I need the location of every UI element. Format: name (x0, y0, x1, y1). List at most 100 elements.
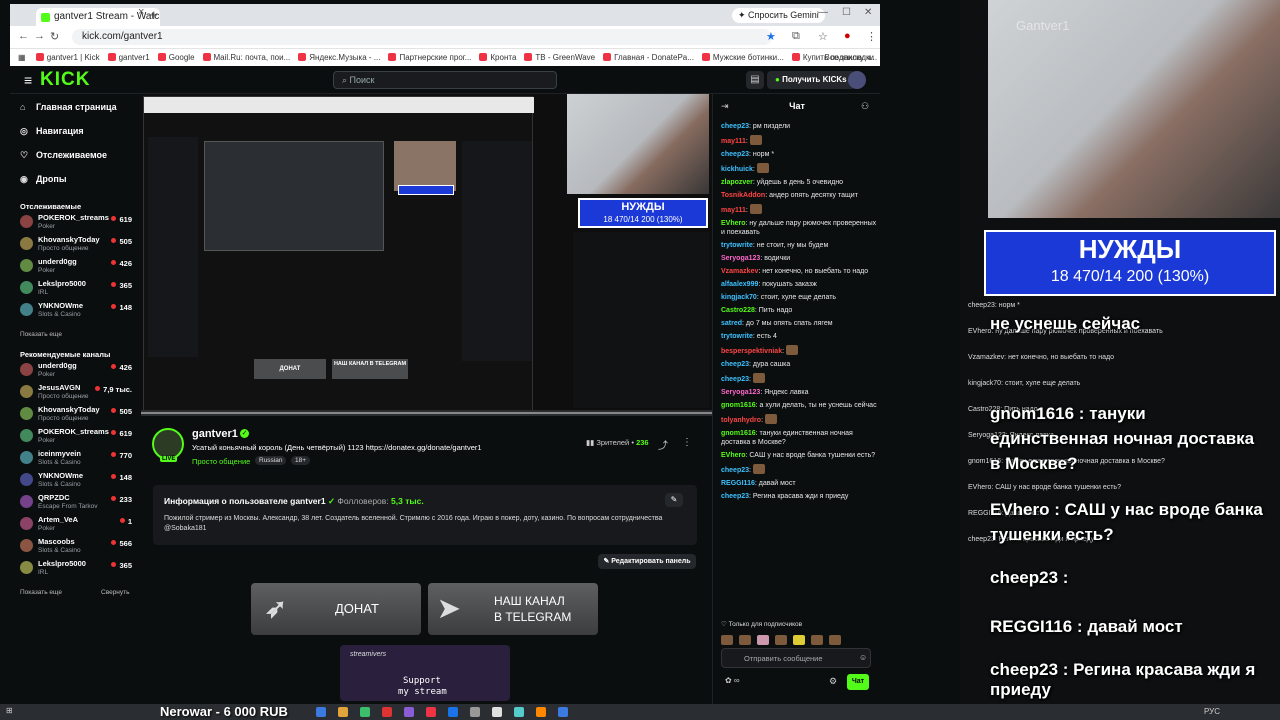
sidebar-channel[interactable]: YNKNOWme Slots & Casino 148 (20, 470, 138, 490)
sidebar-channel[interactable]: KhovanskyToday Просто общение 505 (20, 404, 138, 424)
bookmark-item[interactable]: gantver1 (107, 53, 150, 62)
sidebar-channel[interactable]: KhovanskyToday Просто общение 505 (20, 234, 138, 254)
taskbar-app-icon[interactable] (404, 707, 414, 717)
video-progress-bar[interactable] (141, 410, 712, 416)
chat-username[interactable]: cheep23 (721, 467, 749, 474)
user-avatar[interactable] (848, 71, 866, 89)
start-icon[interactable]: ⊞ (6, 706, 13, 715)
sidebar-channel[interactable]: underd0gg Poker 426 (20, 360, 138, 380)
bookmark-item[interactable]: Главная - DonatePa... (603, 53, 694, 62)
gemini-button[interactable]: ✦ Спросить Gemini (732, 8, 825, 23)
chat-message-list[interactable]: cheep23: рм пиздели may111: cheep23: норм… (721, 122, 877, 505)
chat-username[interactable]: may111 (721, 207, 746, 214)
taskbar-app-icon[interactable] (536, 707, 546, 717)
chat-username[interactable]: trytowrite (721, 242, 753, 249)
taskbar-app-icon[interactable] (514, 707, 524, 717)
share-icon[interactable]: ⤴ (658, 437, 668, 452)
maximize-icon[interactable]: ☐ (842, 7, 851, 18)
chat-username[interactable]: Vzamazkev (721, 268, 758, 275)
chat-username[interactable]: alfaalex999 (721, 281, 758, 288)
nav-item[interactable]: ◉ Дропы (20, 174, 67, 185)
chat-username[interactable]: satred (721, 320, 742, 327)
sidebar-channel[interactable]: JesusAVGN Просто общение 7,9 тыс. (20, 382, 138, 402)
chat-username[interactable]: gnom1616 (721, 402, 756, 409)
edit-panel-button[interactable]: ✎ Редактировать панель (598, 554, 696, 569)
bookmark-star-icon[interactable]: ★ (766, 30, 776, 43)
nav-item[interactable]: ◎ Навигация (20, 126, 84, 137)
video-player[interactable]: ДОНАТ НАШ КАНАЛ В TELEGRAM НУЖДЫ 18 470/… (141, 94, 712, 416)
extensions-icon[interactable]: ⧉ (792, 30, 800, 43)
donate-panel-button[interactable]: ➶ ДОНАТ (251, 583, 421, 635)
chat-tools-icon[interactable]: ✿ ∞ (725, 676, 740, 685)
chat-username[interactable]: kickhuick (721, 166, 753, 173)
sidebar-channel[interactable]: Lekslpro5000 IRL 365 (20, 558, 138, 578)
edit-pencil-icon[interactable]: ✎ (665, 493, 683, 507)
back-icon[interactable]: ← (18, 30, 29, 42)
chat-username[interactable]: TosnikAddon (721, 192, 765, 199)
more-options-icon[interactable]: ⋮ (682, 437, 692, 448)
bookmark-item[interactable]: TB - GreenWave (524, 53, 595, 62)
sidebar-channel[interactable]: Lekslpro5000 IRL 365 (20, 278, 138, 298)
library-icon[interactable]: ▤ (746, 71, 764, 89)
sidebar-channel[interactable]: underd0gg Poker 426 (20, 256, 138, 276)
chat-username[interactable]: gnom1616 (721, 430, 756, 437)
chat-username[interactable]: cheep23 (721, 361, 749, 368)
show-more-recommended[interactable]: Показать еще (20, 589, 62, 596)
taskbar-app-icon[interactable] (316, 707, 326, 717)
chat-username[interactable]: cheep23 (721, 123, 749, 130)
bookmark-item[interactable]: Партнерские прог... (388, 53, 471, 62)
search-input[interactable]: ⌕ Поиск (333, 71, 557, 89)
taskbar-app-icon[interactable] (360, 707, 370, 717)
sidebar-channel[interactable]: YNKNOWme Slots & Casino 148 (20, 300, 138, 320)
sidebar-channel[interactable]: Mascoobs Slots & Casino 566 (20, 536, 138, 556)
channel-name[interactable]: gantver1 (192, 428, 238, 440)
sidebar-channel[interactable]: iceinmyvein Slots & Casino 770 (20, 448, 138, 468)
taskbar-app-icon[interactable] (382, 707, 392, 717)
nav-item[interactable]: ♡ Отслеживаемое (20, 150, 107, 161)
kick-logo[interactable]: KICK (40, 69, 90, 91)
bookmarks-icon[interactable]: ☆ (818, 30, 828, 43)
chat-settings-icon[interactable]: ⚙ (829, 676, 837, 687)
window-close-icon[interactable]: ✕ (864, 7, 872, 18)
chat-username[interactable]: may111 (721, 138, 746, 145)
menu-dots-icon[interactable]: ⋮ (866, 30, 877, 43)
nav-item[interactable]: ⌂ Главная страница (20, 102, 117, 112)
chat-username[interactable]: EVhero (721, 452, 746, 459)
chat-username[interactable]: Seryoga123 (721, 255, 760, 262)
bookmark-item[interactable]: Mail.Ru: почта, пои... (202, 53, 290, 62)
sidebar-channel[interactable]: POKEROK_streams Poker 619 (20, 426, 138, 446)
apps-icon[interactable]: ▦ (18, 53, 26, 62)
all-bookmarks-link[interactable]: Все закладки (825, 53, 874, 62)
show-more-followed[interactable]: Показать еще (20, 331, 62, 338)
bookmark-item[interactable]: Мужские ботинки... (701, 53, 784, 62)
taskbar-app-icon[interactable] (448, 707, 458, 717)
chat-username[interactable]: tolyanhydro (721, 417, 761, 424)
taskbar-app-icon[interactable] (470, 707, 480, 717)
chat-username[interactable]: cheep23 (721, 376, 749, 383)
tab-close-icon[interactable]: × (138, 6, 144, 18)
bookmark-item[interactable]: Google (157, 53, 195, 62)
support-stream-banner[interactable]: streamivers Support my stream (340, 645, 510, 701)
taskbar-app-icon[interactable] (492, 707, 502, 717)
bookmark-item[interactable]: gantver1 | Kick (35, 53, 100, 62)
chat-username[interactable]: trytowrite (721, 333, 753, 340)
chat-username[interactable]: kingjack70 (721, 294, 757, 301)
telegram-panel-button[interactable]: ➤ НАШ КАНАЛ В TELEGRAM (428, 583, 598, 635)
chat-users-icon[interactable]: ⚇ (861, 101, 869, 112)
chat-username[interactable]: Castro228 (721, 307, 755, 314)
minimize-icon[interactable]: — (818, 7, 828, 18)
bookmark-item[interactable]: Кронта (479, 53, 516, 62)
emote-bar[interactable] (721, 630, 871, 645)
chat-username[interactable]: cheep23 (721, 493, 749, 500)
tag-age[interactable]: 18+ (291, 456, 311, 465)
chat-username[interactable]: REGGI116 (721, 480, 755, 487)
chat-username[interactable]: besperspektivniak (721, 348, 782, 355)
send-chat-button[interactable]: Чат (847, 674, 869, 690)
sidebar-channel[interactable]: QRPZDC Escape From Tarkov 233 (20, 492, 138, 512)
url-field[interactable]: kick.com/gantver1 (72, 29, 772, 45)
collapse-sidebar[interactable]: Свернуть (101, 589, 130, 596)
bookmark-item[interactable]: Яндекс.Музыка - ... (298, 53, 380, 62)
language-indicator[interactable]: РУС (1204, 707, 1220, 716)
emoji-icon[interactable]: ☺ (859, 653, 867, 662)
taskbar-app-icon[interactable] (558, 707, 568, 717)
